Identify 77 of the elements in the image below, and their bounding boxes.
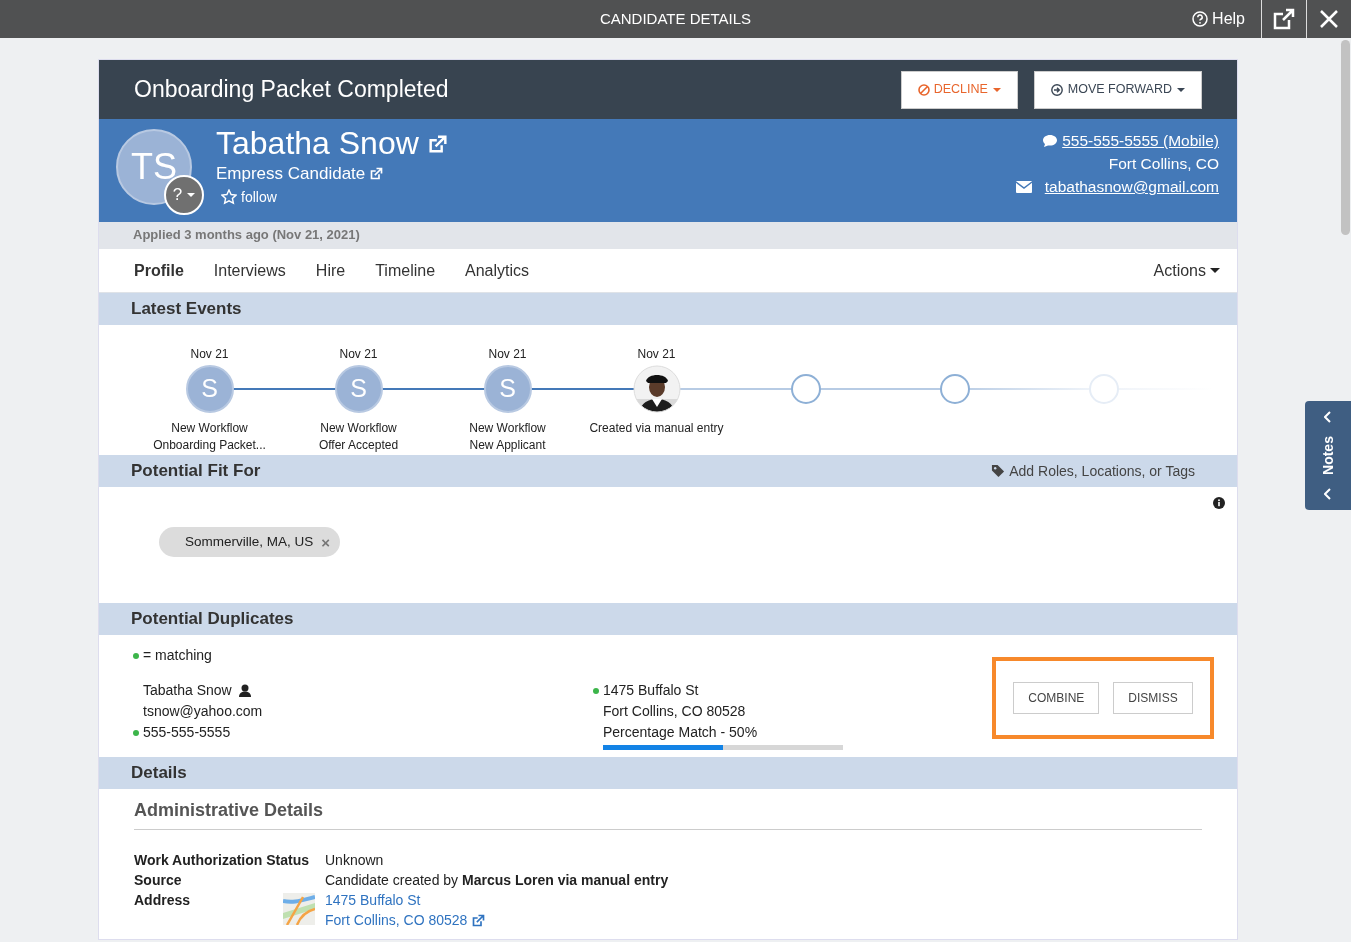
event-label: Created via manual entry xyxy=(588,420,725,437)
event-label: New Workflow xyxy=(319,420,398,437)
detail-value: Unknown xyxy=(325,851,384,870)
status-title: Onboarding Packet Completed xyxy=(134,75,449,105)
external-link-icon xyxy=(1272,7,1296,31)
match-percentage: Percentage Match - 50% xyxy=(603,723,759,742)
window-title: CANDIDATE DETAILS xyxy=(599,8,752,29)
info-icon xyxy=(1213,497,1225,509)
chevron-left-icon xyxy=(1324,488,1332,500)
caret-icon xyxy=(1177,87,1185,92)
event-label: New Applicant xyxy=(468,437,547,454)
event-label: Offer Accepted xyxy=(317,437,400,454)
map-thumbnail-icon xyxy=(283,893,315,925)
candidate-location: Fort Collins, CO xyxy=(1107,154,1219,174)
legend-text: = matching xyxy=(143,646,212,665)
person-icon xyxy=(238,684,251,697)
section-title: Potential Fit For xyxy=(131,460,261,483)
profile-tab[interactable]: Analytics xyxy=(465,258,530,283)
event-avatar: S xyxy=(185,365,234,413)
caret-icon xyxy=(187,193,196,197)
event-avatar: S xyxy=(334,365,383,413)
duplicate-detail: 1475 Buffalo St xyxy=(603,681,699,700)
close-icon xyxy=(1318,8,1340,30)
caret-icon xyxy=(1210,268,1220,273)
external-link-icon xyxy=(426,132,449,155)
match-dot xyxy=(133,652,139,659)
scrollbar[interactable] xyxy=(1341,40,1350,235)
email-link[interactable]: tabathasnow@gmail.com xyxy=(1044,175,1219,198)
duplicate-detail: 555-555-5555 xyxy=(143,723,231,742)
help-button[interactable]: Help xyxy=(1176,0,1261,38)
detail-label: Address xyxy=(134,892,191,908)
candidate-name: Tabatha Snow xyxy=(216,126,419,162)
event-label: New Workflow xyxy=(468,420,547,437)
applied-date: Applied 3 months ago (Nov 21, 2021) xyxy=(99,222,1237,249)
duplicate-detail: Tabatha Snow xyxy=(143,681,232,700)
chevron-left-icon xyxy=(1324,411,1332,423)
dismiss-button[interactable]: DISMISS xyxy=(1113,682,1193,714)
duplicate-detail: tsnow@yahoo.com xyxy=(143,702,263,721)
notes-tab[interactable]: Notes xyxy=(1305,401,1351,510)
event-label: New Workflow xyxy=(170,420,249,437)
combine-button[interactable]: COMBINE xyxy=(1013,682,1100,714)
profile-tab[interactable]: Profile xyxy=(134,258,184,283)
section-title: Latest Events xyxy=(131,298,242,321)
address-link[interactable]: Fort Collins, CO 80528 xyxy=(325,910,468,930)
event-label: Onboarding Packet... xyxy=(152,437,267,454)
add-tags-link[interactable]: Add Roles, Locations, or Tags xyxy=(991,460,1195,482)
follow-button[interactable]: follow xyxy=(216,186,277,208)
chat-icon xyxy=(1042,132,1059,149)
location-tag: Sommerville, MA, US × xyxy=(159,527,341,558)
caret-icon xyxy=(992,87,1001,92)
detail-label: Source xyxy=(134,872,182,888)
tag-icon xyxy=(991,464,1006,478)
move-forward-button[interactable]: MOVE FORWARD xyxy=(1033,70,1202,109)
external-link-icon xyxy=(471,912,487,928)
event-avatar: S xyxy=(483,365,532,413)
event-date: Nov 21 xyxy=(189,346,230,363)
profile-tab[interactable]: Interviews xyxy=(213,258,286,283)
detail-label: Work Authorization Status xyxy=(134,852,309,868)
section-title: Details xyxy=(131,762,187,785)
arrow-circle-icon xyxy=(1050,83,1063,96)
duplicate-detail: Fort Collins, CO 80528 xyxy=(603,702,746,721)
phone-link[interactable]: 555-555-5555 (Mobile) xyxy=(1062,129,1219,152)
actions-dropdown[interactable]: Actions xyxy=(1153,258,1220,283)
profile-tab[interactable]: Timeline xyxy=(375,258,436,283)
external-link-icon xyxy=(369,166,385,182)
star-icon xyxy=(221,189,237,206)
event-date: Nov 21 xyxy=(487,346,528,363)
candidate-subtitle: Empress Candidate xyxy=(216,163,366,186)
address-link[interactable]: 1475 Buffalo St xyxy=(325,890,421,910)
help-icon xyxy=(1192,11,1209,27)
event-date: Nov 21 xyxy=(636,346,677,363)
subsection-title: Administrative Details xyxy=(134,797,1202,830)
ban-icon xyxy=(917,83,930,96)
section-title: Potential Duplicates xyxy=(131,608,294,631)
detail-value: Candidate created by Marcus Loren via manual entry xyxy=(325,871,669,890)
profile-tab[interactable]: Hire xyxy=(315,258,346,283)
event-date: Nov 21 xyxy=(338,346,379,363)
